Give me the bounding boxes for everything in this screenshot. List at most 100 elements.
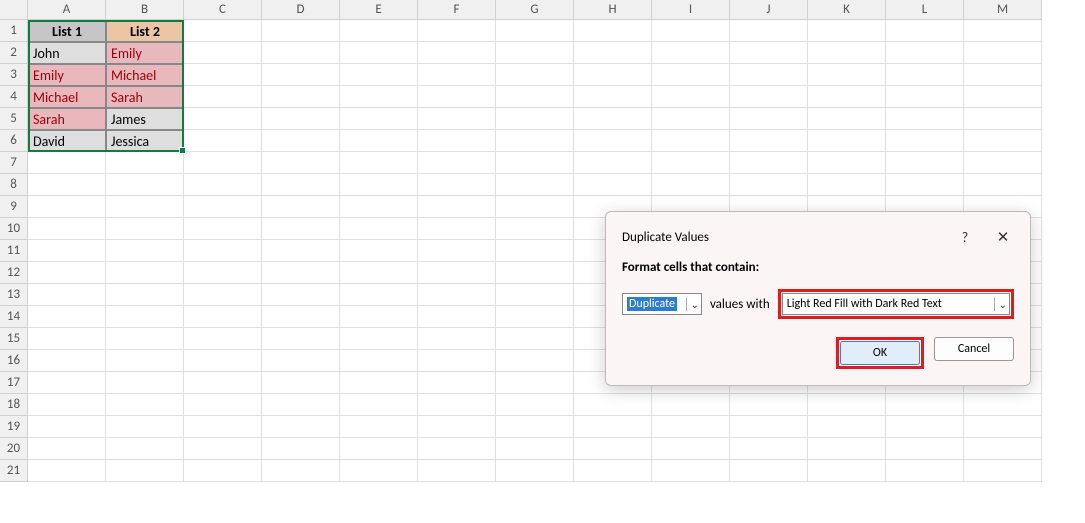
cell[interactable] bbox=[652, 86, 730, 108]
cell[interactable] bbox=[28, 152, 106, 174]
cell[interactable]: List 1 bbox=[28, 20, 106, 42]
cell[interactable] bbox=[106, 438, 184, 460]
cell[interactable] bbox=[340, 20, 418, 42]
row-header[interactable]: 9 bbox=[0, 196, 28, 218]
cell[interactable] bbox=[28, 328, 106, 350]
cell[interactable] bbox=[418, 416, 496, 438]
cell[interactable] bbox=[652, 394, 730, 416]
cell[interactable]: John bbox=[28, 42, 106, 64]
cell[interactable] bbox=[964, 174, 1042, 196]
cell[interactable]: Emily bbox=[106, 42, 184, 64]
cell[interactable] bbox=[496, 372, 574, 394]
row-header[interactable]: 6 bbox=[0, 130, 28, 152]
cell[interactable] bbox=[808, 20, 886, 42]
column-header[interactable]: J bbox=[730, 0, 808, 20]
cell[interactable] bbox=[652, 42, 730, 64]
cell[interactable] bbox=[730, 152, 808, 174]
cell[interactable] bbox=[964, 86, 1042, 108]
cell[interactable] bbox=[808, 174, 886, 196]
cell[interactable]: Emily bbox=[28, 64, 106, 86]
cell[interactable] bbox=[418, 372, 496, 394]
cell[interactable] bbox=[496, 86, 574, 108]
row-header[interactable]: 13 bbox=[0, 284, 28, 306]
cell[interactable] bbox=[886, 460, 964, 482]
column-header[interactable]: C bbox=[184, 0, 262, 20]
cell[interactable] bbox=[184, 108, 262, 130]
cell[interactable] bbox=[106, 306, 184, 328]
cell[interactable] bbox=[106, 262, 184, 284]
cell[interactable] bbox=[340, 108, 418, 130]
cell[interactable] bbox=[184, 86, 262, 108]
cell[interactable] bbox=[184, 350, 262, 372]
cell[interactable] bbox=[496, 350, 574, 372]
cell[interactable] bbox=[496, 328, 574, 350]
cell[interactable] bbox=[262, 152, 340, 174]
cell[interactable] bbox=[184, 218, 262, 240]
cell[interactable] bbox=[886, 86, 964, 108]
cell[interactable] bbox=[964, 108, 1042, 130]
cell[interactable] bbox=[418, 394, 496, 416]
cell[interactable] bbox=[184, 130, 262, 152]
cell[interactable]: Michael bbox=[28, 86, 106, 108]
cell[interactable] bbox=[340, 262, 418, 284]
cell[interactable] bbox=[574, 64, 652, 86]
cell[interactable] bbox=[262, 328, 340, 350]
cell[interactable] bbox=[496, 42, 574, 64]
cell[interactable] bbox=[418, 262, 496, 284]
column-header[interactable]: A bbox=[28, 0, 106, 20]
cell[interactable] bbox=[106, 372, 184, 394]
cell[interactable] bbox=[262, 416, 340, 438]
cell[interactable] bbox=[184, 416, 262, 438]
cell[interactable] bbox=[340, 152, 418, 174]
cell[interactable] bbox=[730, 108, 808, 130]
cell[interactable] bbox=[262, 240, 340, 262]
cell[interactable] bbox=[340, 350, 418, 372]
cell[interactable] bbox=[184, 438, 262, 460]
cell[interactable] bbox=[262, 438, 340, 460]
cell[interactable] bbox=[262, 372, 340, 394]
cell[interactable] bbox=[340, 372, 418, 394]
cell[interactable] bbox=[262, 108, 340, 130]
column-header[interactable]: H bbox=[574, 0, 652, 20]
cell[interactable] bbox=[184, 328, 262, 350]
row-header[interactable]: 21 bbox=[0, 460, 28, 482]
cell[interactable] bbox=[340, 328, 418, 350]
cell[interactable] bbox=[106, 460, 184, 482]
ok-button[interactable]: OK bbox=[840, 341, 920, 365]
cell[interactable] bbox=[496, 20, 574, 42]
row-header[interactable]: 15 bbox=[0, 328, 28, 350]
cell[interactable] bbox=[886, 64, 964, 86]
cell[interactable] bbox=[340, 438, 418, 460]
cell[interactable] bbox=[262, 20, 340, 42]
cell[interactable] bbox=[418, 306, 496, 328]
cell[interactable] bbox=[418, 284, 496, 306]
cell[interactable] bbox=[496, 262, 574, 284]
cell[interactable] bbox=[28, 460, 106, 482]
cell[interactable] bbox=[418, 196, 496, 218]
cell[interactable] bbox=[964, 460, 1042, 482]
cell[interactable] bbox=[262, 218, 340, 240]
cell[interactable] bbox=[886, 174, 964, 196]
cell[interactable] bbox=[184, 306, 262, 328]
cell[interactable] bbox=[418, 42, 496, 64]
cell[interactable] bbox=[652, 174, 730, 196]
cell[interactable] bbox=[496, 64, 574, 86]
cell[interactable] bbox=[964, 130, 1042, 152]
cell[interactable] bbox=[808, 394, 886, 416]
cell[interactable] bbox=[964, 42, 1042, 64]
cell[interactable] bbox=[652, 64, 730, 86]
cell[interactable] bbox=[418, 130, 496, 152]
cell[interactable]: Michael bbox=[106, 64, 184, 86]
cell[interactable] bbox=[28, 394, 106, 416]
cell[interactable] bbox=[730, 416, 808, 438]
cell[interactable] bbox=[262, 350, 340, 372]
cell[interactable] bbox=[730, 438, 808, 460]
cell[interactable] bbox=[418, 20, 496, 42]
column-header[interactable]: L bbox=[886, 0, 964, 20]
cell[interactable]: James bbox=[106, 108, 184, 130]
cell[interactable] bbox=[730, 20, 808, 42]
cell[interactable] bbox=[652, 130, 730, 152]
help-button[interactable]: ? bbox=[954, 226, 976, 248]
cell[interactable] bbox=[418, 240, 496, 262]
condition-select[interactable]: Duplicate ⌄ bbox=[622, 293, 702, 315]
